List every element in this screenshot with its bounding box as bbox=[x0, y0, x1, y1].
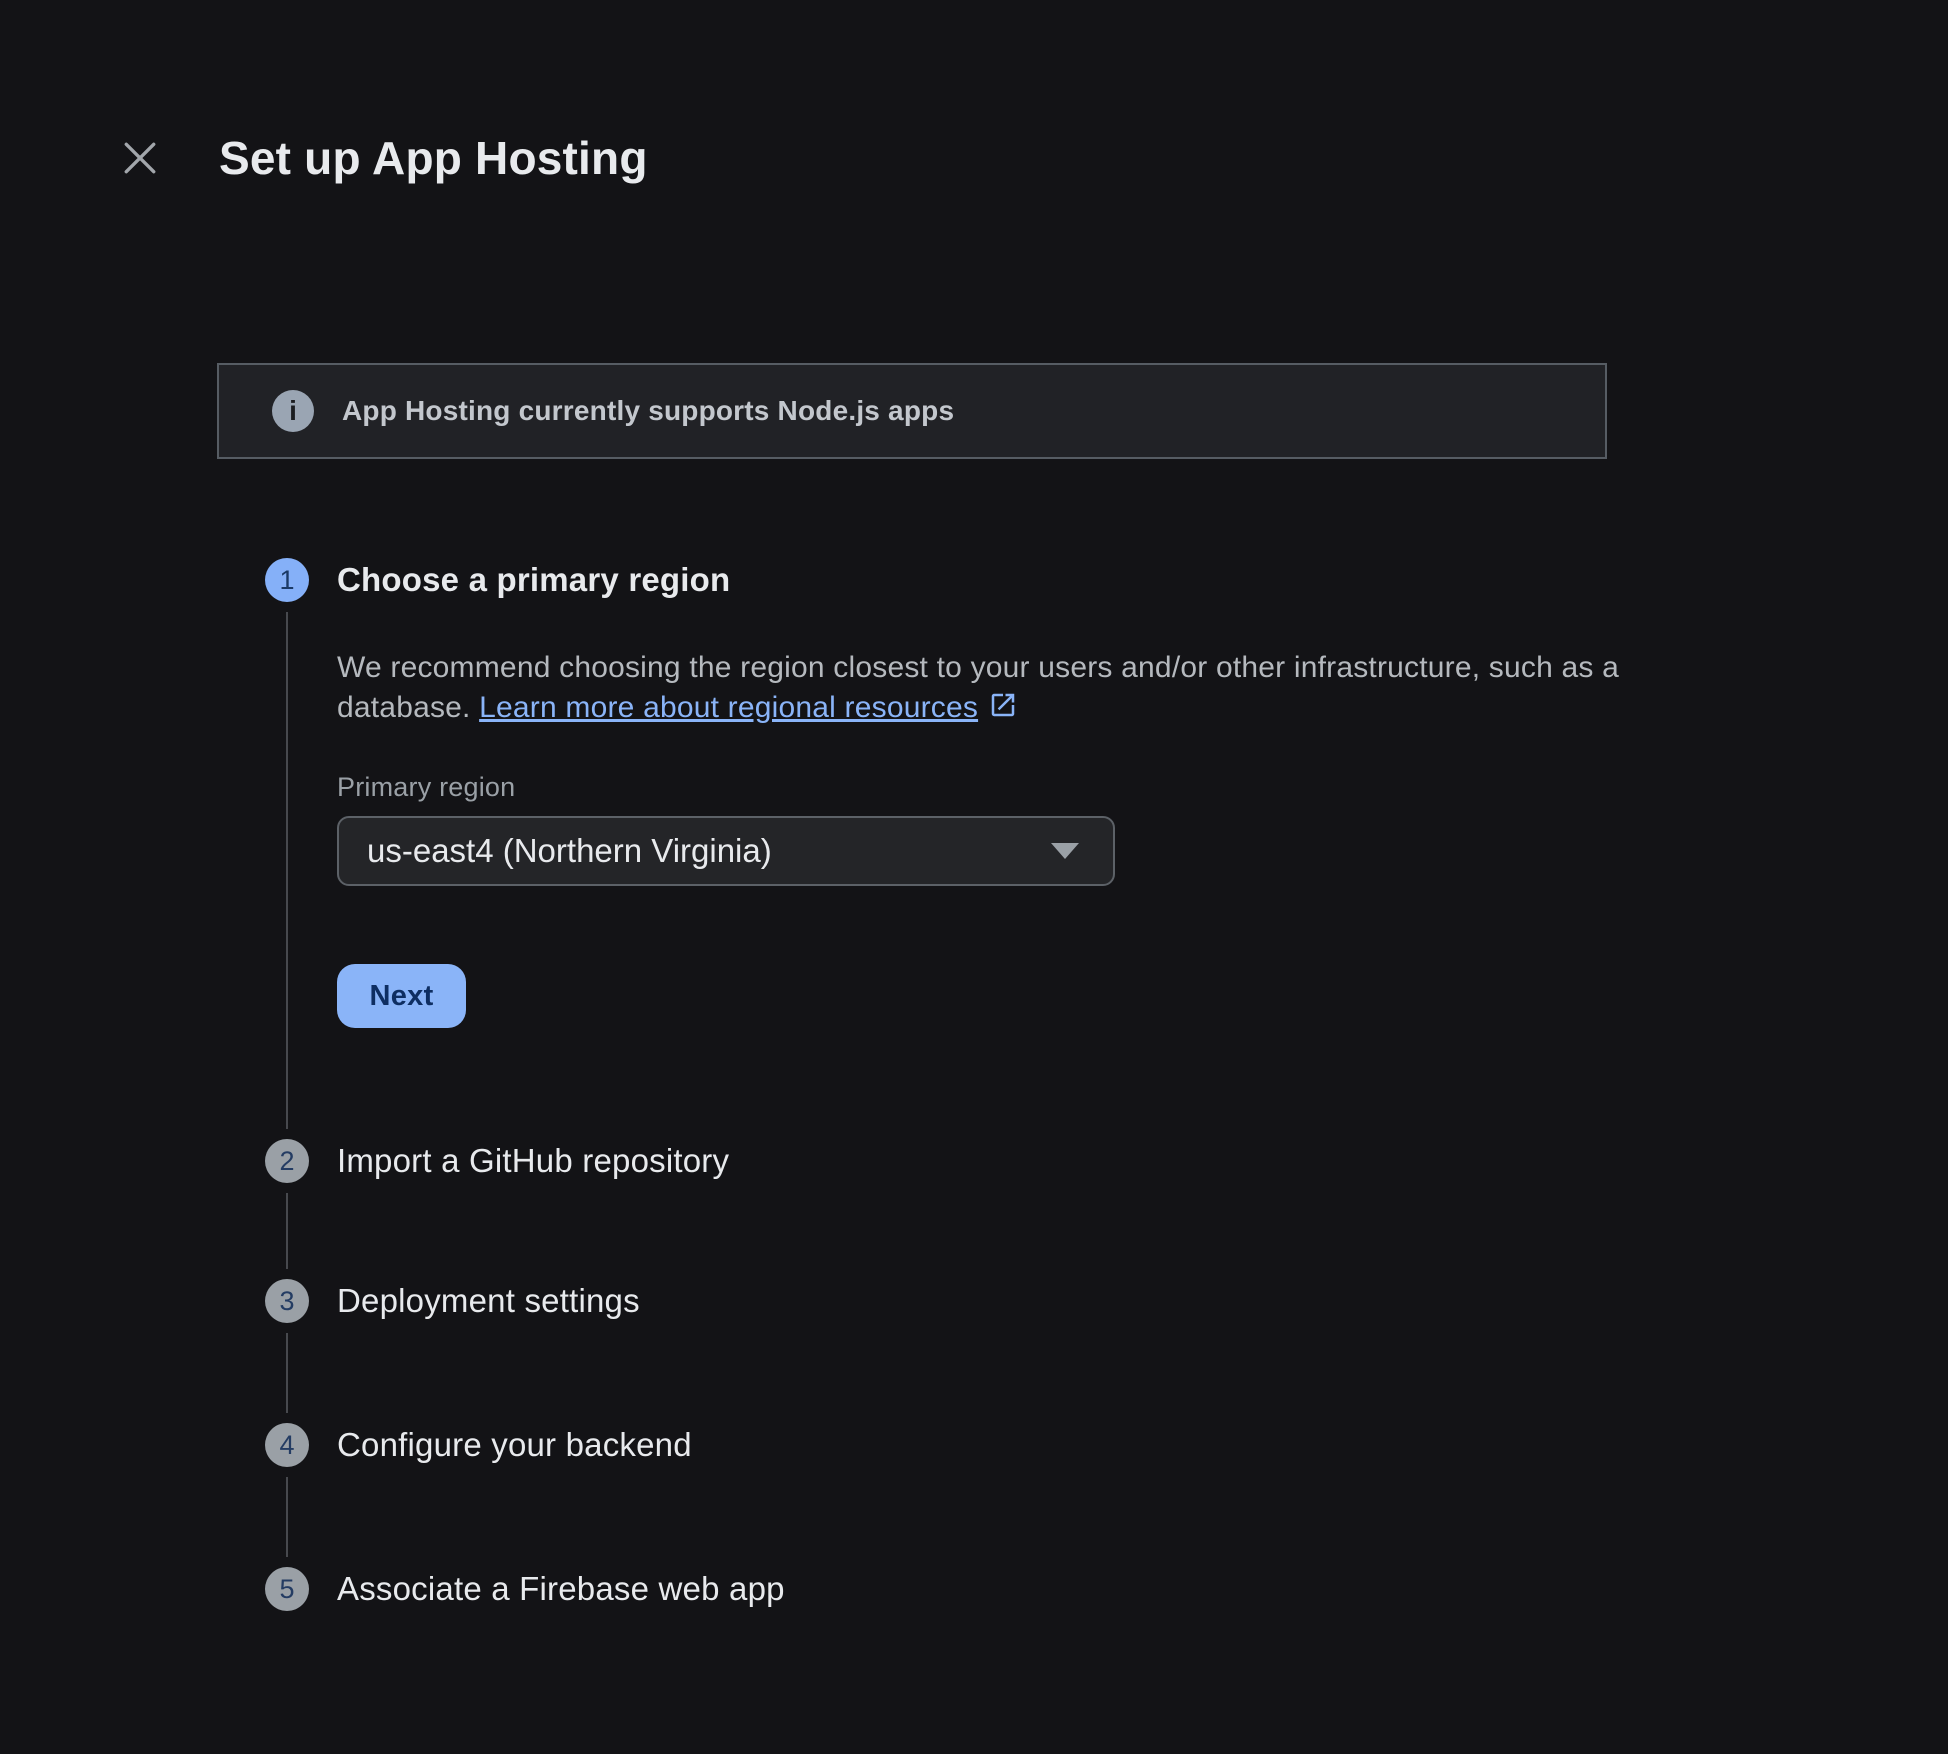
step-3-title: Deployment settings bbox=[337, 1279, 640, 1323]
learn-more-link[interactable]: Learn more about regional resources bbox=[479, 691, 978, 724]
primary-region-value: us-east4 (Northern Virginia) bbox=[367, 832, 1051, 870]
chevron-down-icon bbox=[1051, 843, 1079, 859]
step-4-title: Configure your backend bbox=[337, 1423, 692, 1467]
connector-4-5 bbox=[286, 1477, 288, 1557]
primary-region-select[interactable]: us-east4 (Northern Virginia) bbox=[337, 816, 1115, 886]
info-icon: i bbox=[272, 390, 314, 432]
banner-text: App Hosting currently supports Node.js a… bbox=[342, 395, 954, 427]
description-line-1: We recommend choosing the region closest… bbox=[337, 651, 1619, 684]
step-4-circle: 4 bbox=[265, 1423, 309, 1467]
step-1-description: We recommend choosing the region closest… bbox=[337, 648, 1619, 731]
step-2-circle: 2 bbox=[265, 1139, 309, 1183]
step-5-circle: 5 bbox=[265, 1567, 309, 1611]
next-button[interactable]: Next bbox=[337, 964, 466, 1028]
page-title: Set up App Hosting bbox=[219, 126, 648, 190]
step-1-title: Choose a primary region bbox=[337, 558, 730, 602]
step-3-circle: 3 bbox=[265, 1279, 309, 1323]
step-1-circle: 1 bbox=[265, 558, 309, 602]
description-line-2: database. bbox=[337, 691, 479, 724]
connector-1-2 bbox=[286, 612, 288, 1129]
info-banner: i App Hosting currently supports Node.js… bbox=[217, 363, 1607, 459]
close-icon bbox=[121, 139, 159, 182]
connector-2-3 bbox=[286, 1193, 288, 1269]
connector-3-4 bbox=[286, 1333, 288, 1413]
close-button[interactable] bbox=[112, 132, 168, 188]
step-2-title: Import a GitHub repository bbox=[337, 1139, 729, 1183]
step-5-title: Associate a Firebase web app bbox=[337, 1567, 785, 1611]
open-in-new-icon bbox=[988, 690, 1018, 731]
primary-region-label: Primary region bbox=[337, 772, 515, 803]
